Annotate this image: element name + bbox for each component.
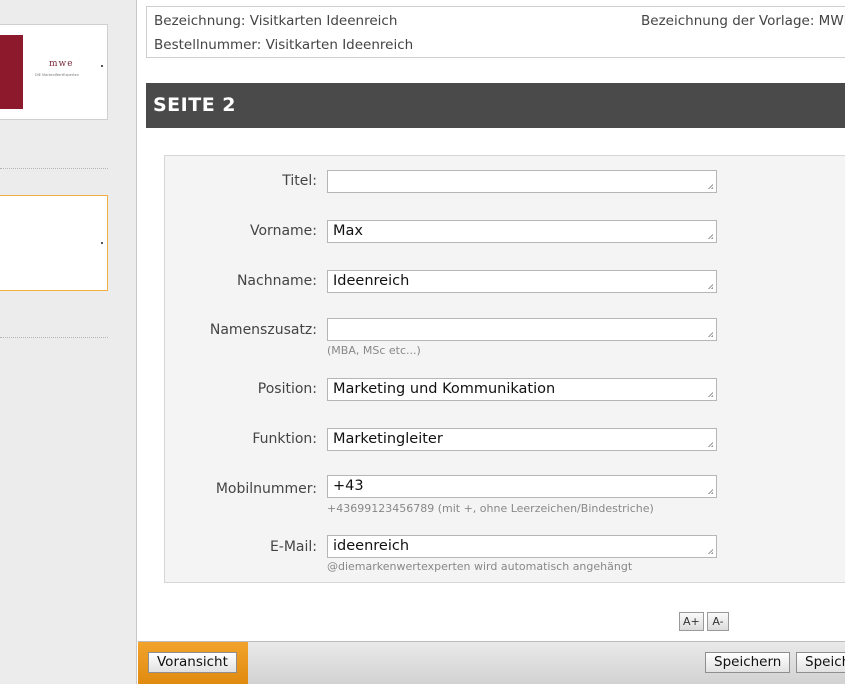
save-button[interactable]: Speichern [705,652,791,673]
mobilnummer-hint: +43699123456789 (mit +, ohne Leerzeichen… [327,502,654,515]
save-button-secondary[interactable]: Speich [796,652,845,673]
titel-label: Titel: [282,173,317,189]
order-number: Bestellnummer: Visitkarten Ideenreich [154,37,414,53]
thumbnail-red-band [0,35,23,109]
nachname-label: Nachname: [236,273,317,289]
section-header: SEITE 2 [146,83,845,128]
mobilnummer-label: Mobilnummer: [215,481,317,497]
position-label: Position: [257,381,317,397]
thumbnail-logo: mwe [49,59,74,69]
section-title: SEITE 2 [153,94,237,116]
titel-input[interactable] [327,170,717,193]
font-decrease-button[interactable]: A- [707,612,729,631]
template-designation: Bezeichnung der Vorlage: MWE [641,13,845,29]
main-content: Bezeichnung: Visitkarten Ideenreich Best… [138,0,845,684]
funktion-label: Funktion: [252,431,317,447]
namenszusatz-hint: (MBA, MSc etc...) [327,344,421,357]
email-hint: @diemarkenwertexperten wird automatisch … [327,560,633,573]
font-increase-button[interactable]: A+ [679,612,704,631]
preview-button[interactable]: Voransicht [148,652,237,673]
thumbnail-separator [0,337,108,338]
thumbnail-marker [101,65,103,67]
thumbnail-separator [0,168,108,169]
thumbnail-marker [101,242,103,244]
funktion-input[interactable]: Marketingleiter [327,428,717,451]
nachname-input[interactable]: Ideenreich [327,270,717,293]
mobilnummer-input[interactable]: +43 [327,475,717,498]
vorname-label: Vorname: [250,223,317,239]
order-designation: Bezeichnung: Visitkarten Ideenreich [154,13,398,29]
namenszusatz-input[interactable] [327,318,717,341]
order-info-box: Bezeichnung: Visitkarten Ideenreich Best… [146,6,845,58]
page-thumbnails-panel: mwe DIE MarkenWertExperten [0,0,137,684]
email-input[interactable]: ideenreich [327,535,717,558]
business-card-form: Titel: Vorname: Max Nachname: Ideenreich… [164,155,845,583]
page-thumbnail-2[interactable] [0,195,108,291]
page-thumbnail-1[interactable]: mwe DIE MarkenWertExperten [0,24,108,120]
thumbnail-tagline: DIE MarkenWertExperten [35,73,79,77]
namenszusatz-label: Namenszusatz: [209,322,317,338]
position-input[interactable]: Marketing und Kommunikation [327,378,717,401]
email-label: E-Mail: [269,539,317,555]
vorname-input[interactable]: Max [327,220,717,243]
bottom-toolbar: Voransicht Speichern Speich [138,641,845,684]
